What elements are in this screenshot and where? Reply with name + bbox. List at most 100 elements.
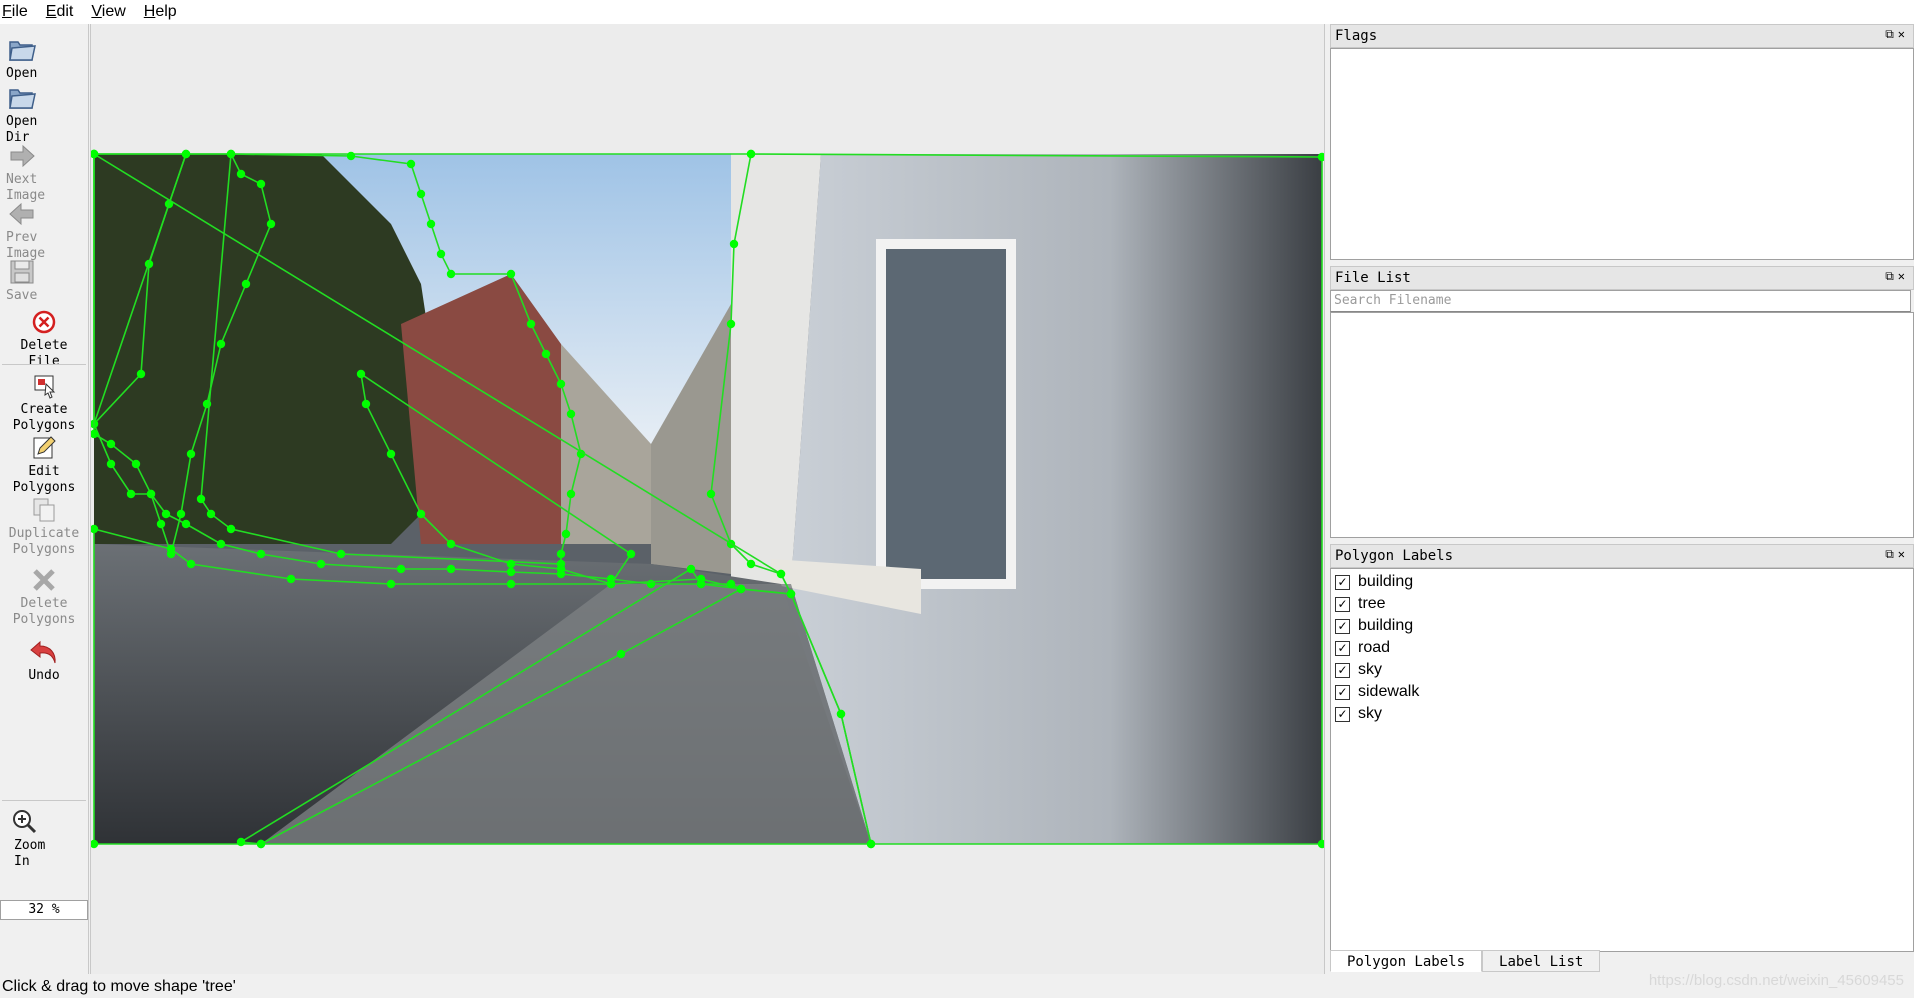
create-polygons-button[interactable]: Create Polygons: [0, 370, 88, 434]
polygon-vertex[interactable]: [541, 349, 551, 359]
checkbox-checked-icon[interactable]: ✓: [1335, 640, 1350, 656]
polygon-vertex[interactable]: [556, 564, 566, 574]
polygon-vertex[interactable]: [256, 549, 266, 559]
list-item[interactable]: ✓ building: [1331, 615, 1913, 637]
polygon-vertex[interactable]: [156, 519, 166, 529]
polygon-vertex[interactable]: [161, 509, 171, 519]
polygon-vertex[interactable]: [561, 529, 571, 539]
checkbox-checked-icon[interactable]: ✓: [1335, 662, 1350, 678]
polygon-vertex[interactable]: [566, 409, 576, 419]
polygon-vertex[interactable]: [866, 839, 876, 849]
polygon-vertex[interactable]: [356, 369, 366, 379]
polygon-vertex[interactable]: [206, 509, 216, 519]
polygon-vertex[interactable]: [426, 219, 436, 229]
checkbox-checked-icon[interactable]: ✓: [1335, 574, 1350, 590]
polygon-vertex[interactable]: [346, 151, 356, 161]
polygon-vertex[interactable]: [361, 399, 371, 409]
polygon-vertex[interactable]: [566, 489, 576, 499]
polygon-vertex[interactable]: [506, 579, 516, 589]
undo-button[interactable]: Undo: [0, 636, 88, 684]
polygon-vertex[interactable]: [386, 449, 396, 459]
polygon-vertex[interactable]: [416, 189, 426, 199]
polygon-vertex[interactable]: [726, 319, 736, 329]
polygon-vertex[interactable]: [446, 269, 456, 279]
polygon-vertex[interactable]: [626, 549, 636, 559]
list-item[interactable]: ✓ road: [1331, 637, 1913, 659]
polygon-vertex[interactable]: [726, 579, 736, 589]
polygon-vertex[interactable]: [216, 339, 226, 349]
polygon-vertex[interactable]: [256, 179, 266, 189]
polygon-vertex[interactable]: [786, 589, 796, 599]
polygon-vertex[interactable]: [836, 709, 846, 719]
edit-polygons-button[interactable]: Edit Polygons: [0, 432, 88, 496]
polygon-vertex[interactable]: [236, 169, 246, 179]
menu-file[interactable]: File: [0, 3, 36, 21]
polygon-vertex[interactable]: [436, 249, 446, 259]
polygon-vertex[interactable]: [316, 559, 326, 569]
delete-polygons-button[interactable]: Delete Polygons: [0, 564, 88, 628]
dock-float-close-icons[interactable]: ⧉✕: [1885, 27, 1909, 42]
file-list[interactable]: [1330, 312, 1914, 538]
polygon-vertex[interactable]: [706, 489, 716, 499]
polygon-vertex[interactable]: [146, 489, 156, 499]
polygon-vertex[interactable]: [286, 574, 296, 584]
polygon-vertex[interactable]: [556, 549, 566, 559]
polygon-vertex[interactable]: [126, 489, 136, 499]
polygon-vertex[interactable]: [176, 509, 186, 519]
polygon-vertex[interactable]: [746, 559, 756, 569]
delete-file-button[interactable]: Delete File: [0, 306, 88, 370]
annotation-canvas[interactable]: [89, 24, 1327, 974]
polygon-vertex[interactable]: [526, 319, 536, 329]
polygon-vertex[interactable]: [266, 219, 276, 229]
polygon-vertex[interactable]: [131, 459, 141, 469]
polygon-vertex[interactable]: [736, 584, 746, 594]
polygon-vertex[interactable]: [136, 369, 146, 379]
polygon-vertex[interactable]: [696, 579, 706, 589]
polygon-vertex[interactable]: [166, 544, 176, 554]
polygon-vertex[interactable]: [776, 569, 786, 579]
polygon-vertex[interactable]: [106, 439, 116, 449]
checkbox-checked-icon[interactable]: ✓: [1335, 618, 1350, 634]
polygon-vertex[interactable]: [186, 559, 196, 569]
duplicate-polygons-button[interactable]: Duplicate Polygons: [0, 494, 88, 558]
tab-label-list[interactable]: Label List: [1482, 950, 1601, 972]
save-button[interactable]: Save: [0, 256, 88, 304]
next-image-button[interactable]: Next Image: [0, 140, 88, 204]
list-item[interactable]: ✓ tree: [1331, 593, 1913, 615]
polygon-vertex[interactable]: [416, 509, 426, 519]
tab-polygon-labels[interactable]: Polygon Labels: [1330, 950, 1483, 972]
checkbox-checked-icon[interactable]: ✓: [1335, 684, 1350, 700]
polygon-vertex[interactable]: [616, 649, 626, 659]
list-item[interactable]: ✓ building: [1331, 571, 1913, 593]
open-dir-button[interactable]: Open Dir: [0, 82, 88, 146]
menu-view[interactable]: View: [89, 3, 133, 21]
polygon-vertex[interactable]: [406, 159, 416, 169]
dock-float-close-icons[interactable]: ⧉✕: [1885, 547, 1909, 562]
checkbox-checked-icon[interactable]: ✓: [1335, 706, 1350, 722]
list-item[interactable]: ✓ sky: [1331, 703, 1913, 725]
polygon-vertex[interactable]: [186, 449, 196, 459]
polygon-vertex[interactable]: [686, 564, 696, 574]
list-item[interactable]: ✓ sky: [1331, 659, 1913, 681]
polygon-vertex[interactable]: [181, 519, 191, 529]
polygon-vertex[interactable]: [336, 549, 346, 559]
polygon-vertex[interactable]: [506, 269, 516, 279]
menu-edit[interactable]: Edit: [44, 3, 82, 21]
polygon-vertex[interactable]: [556, 379, 566, 389]
polygon-vertex[interactable]: [236, 837, 246, 847]
menu-help[interactable]: Help: [142, 3, 185, 21]
polygon-vertex[interactable]: [506, 559, 516, 569]
polygon-vertex[interactable]: [396, 564, 406, 574]
polygon-vertex[interactable]: [256, 839, 266, 849]
polygon-vertex[interactable]: [226, 524, 236, 534]
zoom-level-field[interactable]: 32 %: [0, 900, 88, 920]
polygon-vertex[interactable]: [216, 539, 226, 549]
checkbox-checked-icon[interactable]: ✓: [1335, 596, 1350, 612]
polygon-vertex[interactable]: [106, 459, 116, 469]
zoom-in-button[interactable]: Zoom In: [0, 806, 88, 870]
polygon-vertex[interactable]: [196, 494, 206, 504]
flags-list[interactable]: [1330, 48, 1914, 260]
polygon-vertex[interactable]: [729, 239, 739, 249]
polygon-vertex[interactable]: [746, 149, 756, 159]
polygon-vertex[interactable]: [446, 564, 456, 574]
